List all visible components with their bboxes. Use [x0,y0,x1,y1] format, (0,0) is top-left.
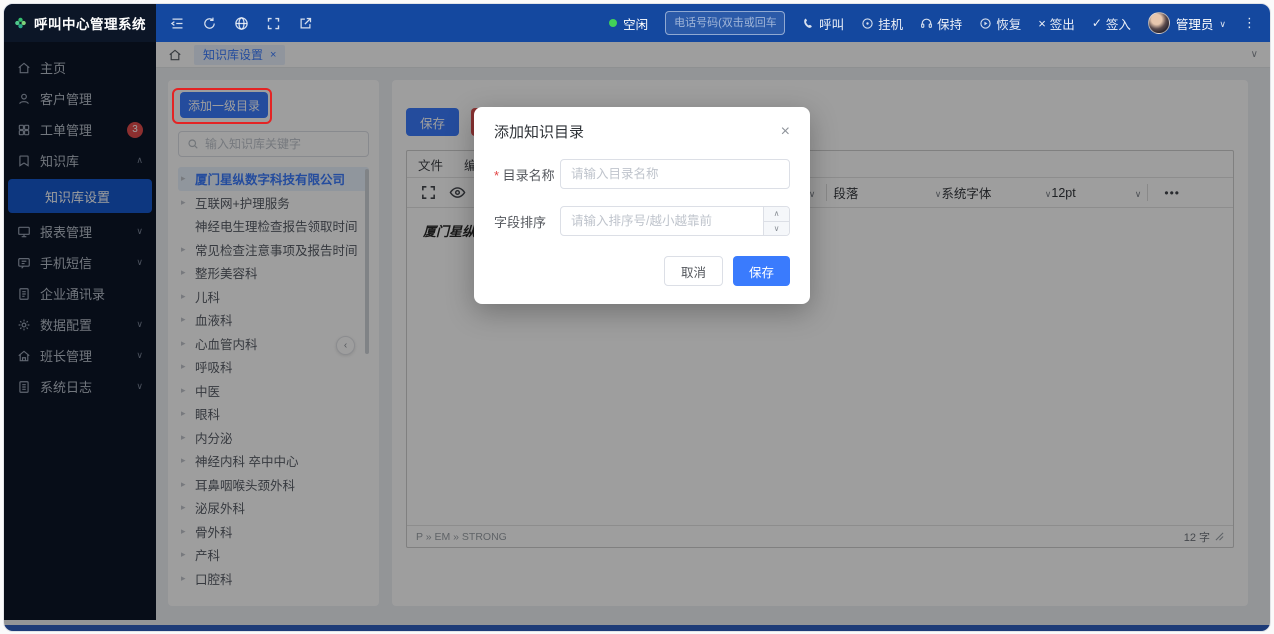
language-globe-icon[interactable] [234,16,249,31]
resume-label: 恢复 [996,17,1022,32]
spinner-down-icon[interactable] [764,222,789,236]
hangup-button[interactable]: 挂机 [861,14,903,33]
signout-icon [1038,16,1046,31]
top-header: 呼叫中心管理系统 空闲 电话号码(双击或回车弹屏) 呼叫 挂机 保持 恢复 × … [4,4,1270,42]
signout-button[interactable]: 签出 [1038,14,1075,33]
screenshot-stage: 呼叫中心管理系统 空闲 电话号码(双击或回车弹屏) 呼叫 挂机 保持 恢复 × … [0,0,1274,634]
hangup-icon [861,17,874,30]
directory-name-input[interactable] [560,159,790,189]
agent-status: 空闲 [609,14,648,33]
logo: 呼叫中心管理系统 [4,4,156,42]
resume-button[interactable]: 恢复 [979,14,1021,33]
directory-name-row: 目录名称 [494,159,790,189]
menu-fold-icon[interactable] [170,16,185,31]
call-button[interactable]: 呼叫 [802,14,844,33]
refresh-icon[interactable] [202,16,217,31]
sort-order-input[interactable] [560,206,790,236]
status-label: 空闲 [623,17,649,32]
number-spinner [763,207,789,235]
spinner-up-icon[interactable] [764,207,789,222]
signin-icon [1092,16,1102,30]
fullscreen-icon[interactable] [266,16,281,31]
logo-icon [14,14,27,32]
header-tool-icons [170,16,313,31]
status-dot [609,19,618,27]
header-right-cluster: 空闲 呼叫 挂机 [609,11,1270,35]
user-name: 管理员 [1175,17,1214,32]
cancel-button[interactable]: 取消 [663,256,723,286]
signin-button[interactable]: 签入 [1092,14,1131,33]
add-directory-modal: 添加知识目录 目录名称 字段排序 取消 [474,107,810,304]
hold-label: 保持 [937,17,963,32]
resume-icon [979,17,992,30]
phone-number-input[interactable] [665,11,786,35]
chevron-down-icon [1219,16,1226,30]
modal-title: 添加知识目录 [494,124,585,141]
directory-name-label: 目录名称 [494,165,560,184]
hold-button[interactable]: 保持 [920,14,962,33]
user-menu[interactable]: 管理员 [1147,12,1226,34]
confirm-save-button[interactable]: 保存 [732,256,790,286]
hold-icon [920,17,933,30]
app-title: 呼叫中心管理系统 [34,17,146,32]
external-link-icon[interactable] [298,16,313,31]
app-window: 呼叫中心管理系统 空闲 电话号码(双击或回车弹屏) 呼叫 挂机 保持 恢复 × … [3,3,1271,632]
signout-label: 签出 [1049,17,1075,32]
hangup-label: 挂机 [878,17,904,32]
avatar [1147,12,1170,34]
close-icon[interactable] [781,124,790,140]
kebab-menu-icon[interactable] [1243,15,1256,31]
phone-icon [802,17,815,30]
call-label: 呼叫 [819,17,845,32]
sort-order-label: 字段排序 [494,214,547,230]
sort-order-row: 字段排序 [494,206,790,236]
signin-label: 签入 [1105,17,1131,32]
